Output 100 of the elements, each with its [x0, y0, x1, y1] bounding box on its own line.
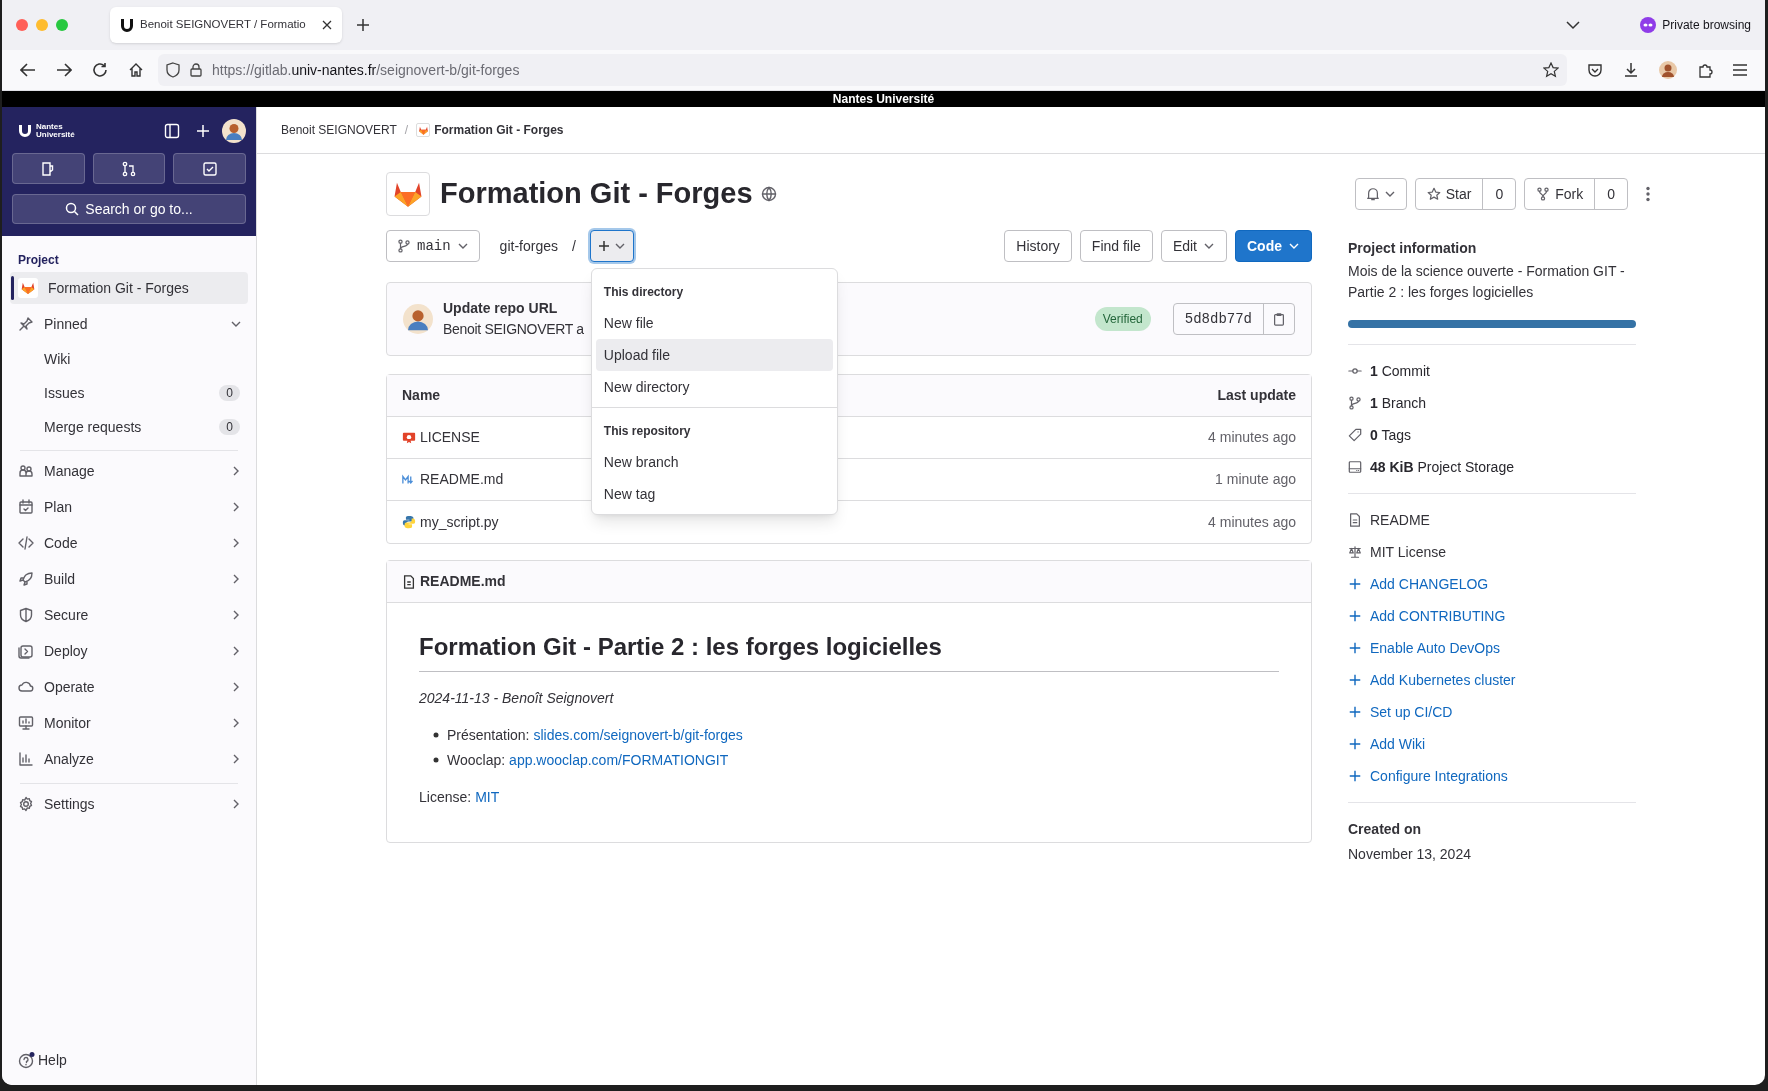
file-link[interactable]: my_script.py [402, 511, 499, 533]
account-avatar[interactable] [1659, 61, 1677, 79]
scale-icon [1348, 545, 1362, 559]
count-link[interactable]: 0 [1483, 179, 1516, 209]
download-icon[interactable] [1623, 62, 1639, 78]
nav-item[interactable]: Code [10, 525, 248, 561]
star-button[interactable]: Star [1415, 179, 1484, 209]
search-button[interactable]: Search or go to... [12, 194, 246, 224]
merge-requests-button[interactable] [92, 153, 166, 184]
forward-icon[interactable] [56, 63, 72, 77]
stat-link[interactable]: 0 Tags [1370, 424, 1411, 446]
nav-item[interactable]: Issues 0 [10, 376, 248, 410]
close-window-button[interactable] [16, 19, 28, 31]
address-bar[interactable]: https://gitlab.univ-nantes.fr/seignovert-b/git-forges [158, 54, 1567, 86]
user-avatar[interactable] [222, 119, 246, 143]
branch-icon [1348, 396, 1362, 410]
browser-tab[interactable]: Benoit SEIGNOVERT / Formatio [110, 7, 342, 43]
commit-sha: 5d8db77d [1173, 304, 1264, 334]
stat-link[interactable]: 1 Branch [1370, 392, 1427, 414]
project-link[interactable]: Formation Git - Forges [10, 272, 248, 304]
readme-date: 2024-11-13 - Benoît Seignovert [419, 689, 615, 708]
site-logo-icon [120, 18, 134, 32]
sidebar-link[interactable]: Add Kubernetes cluster [1370, 669, 1516, 691]
extensions-icon[interactable] [1697, 62, 1713, 78]
globe-icon [760, 186, 777, 202]
nav-item[interactable]: Plan [10, 489, 248, 525]
menu-item[interactable]: New directory [595, 371, 833, 403]
chevron-down-icon[interactable] [1566, 20, 1581, 30]
commit-title[interactable]: Update repo URL [443, 298, 584, 319]
breadcrumb-separator: / [404, 122, 409, 139]
sidebar-link[interactable]: Add Wiki [1370, 733, 1426, 755]
plus-icon [1348, 577, 1362, 591]
menu-item[interactable]: Upload file [595, 339, 833, 371]
nav-item[interactable]: Analyze [10, 741, 248, 777]
plus-icon [1348, 673, 1362, 687]
nav-item[interactable]: Secure [10, 597, 248, 633]
bookmark-star-icon[interactable] [1543, 62, 1559, 78]
python-icon [402, 515, 416, 529]
last-update: 4 minutes ago [1208, 428, 1296, 447]
pocket-icon[interactable] [1587, 62, 1603, 78]
toolbar-button[interactable]: Find file [1079, 230, 1153, 262]
nav-item[interactable]: Operate [10, 669, 248, 705]
issues-button[interactable] [12, 153, 85, 184]
merge-request-icon [121, 160, 137, 177]
menu-item[interactable]: New file [595, 307, 833, 339]
nav-item[interactable]: Merge requests 0 [10, 410, 248, 444]
toolbar-button[interactable]: History [1004, 230, 1072, 262]
nav-item[interactable]: Deploy [10, 633, 248, 669]
nav-item[interactable]: Settings [10, 786, 248, 822]
sidebar-link[interactable]: Add CONTRIBUTING [1370, 605, 1506, 627]
readme-heading: Formation Git - Partie 2 : les forges logicielles [419, 629, 1279, 672]
sidebar-toggle-icon[interactable] [164, 123, 180, 139]
nav-item[interactable]: Build [10, 561, 248, 597]
nav-item[interactable]: Wiki [10, 342, 248, 376]
notification-button[interactable] [1354, 178, 1407, 210]
back-icon[interactable] [20, 63, 36, 77]
sidebar-link[interactable]: Enable Auto DevOps [1370, 637, 1500, 659]
file-link[interactable]: README.md [402, 469, 504, 490]
fork-button[interactable]: Fork [1525, 179, 1596, 209]
close-icon[interactable] [322, 20, 332, 30]
certificate-icon [402, 430, 416, 445]
more-options-icon[interactable] [1646, 186, 1650, 202]
branch-selector[interactable]: main [386, 230, 480, 262]
bell-icon [1365, 187, 1380, 201]
menu-item[interactable]: New tag [595, 478, 833, 510]
plus-icon[interactable] [196, 124, 210, 138]
nav-item[interactable]: Pinned [10, 306, 248, 342]
menu-icon[interactable] [1733, 64, 1747, 76]
todo-button[interactable] [173, 153, 246, 184]
file-link[interactable]: LICENSE [402, 427, 480, 448]
section-title: Project information [1348, 239, 1478, 258]
sidebar-link[interactable]: Set up CI/CD [1370, 701, 1453, 723]
bar-chart-icon [18, 751, 34, 767]
link[interactable]: slides.com/seignovert-b/git-forges [533, 725, 743, 746]
stat-link[interactable]: 1 Commit [1370, 360, 1430, 382]
link[interactable]: app.wooclap.com/FORMATIONGIT [509, 750, 729, 771]
add-menu-button[interactable] [589, 230, 634, 262]
sidebar-link[interactable]: README [1370, 509, 1430, 531]
help-link[interactable]: Help [10, 1045, 248, 1075]
toolbar-button[interactable]: Edit [1160, 230, 1227, 262]
sidebar-link[interactable]: Configure Integrations [1370, 765, 1508, 787]
home-icon[interactable] [128, 62, 144, 78]
nav-item[interactable]: Manage [10, 453, 248, 489]
breadcrumb-link[interactable]: Formation Git - Forges [416, 121, 564, 139]
stat-link[interactable]: 48 KiB Project Storage [1370, 456, 1514, 478]
menu-heading: This directory [602, 284, 685, 301]
path-link[interactable]: git-forges [499, 235, 558, 257]
breadcrumb-link[interactable]: Benoit SEIGNOVERT [281, 121, 397, 139]
count-link[interactable]: 0 [1595, 179, 1627, 209]
reload-icon[interactable] [92, 62, 108, 78]
sidebar-link[interactable]: Add CHANGELOG [1370, 573, 1489, 595]
search-icon [65, 202, 80, 216]
nav-item[interactable]: Monitor [10, 705, 248, 741]
toolbar-button[interactable]: Code [1235, 230, 1312, 262]
menu-item[interactable]: New branch [595, 446, 833, 478]
link[interactable]: MIT [475, 787, 500, 808]
sidebar-link[interactable]: MIT License [1370, 541, 1446, 563]
monitor-icon [18, 715, 34, 731]
project-description: Mois de la science ouverte - Formation GIT - Partie 2 : les forges logicielles [1348, 262, 1626, 302]
new-tab-icon[interactable] [356, 18, 370, 32]
